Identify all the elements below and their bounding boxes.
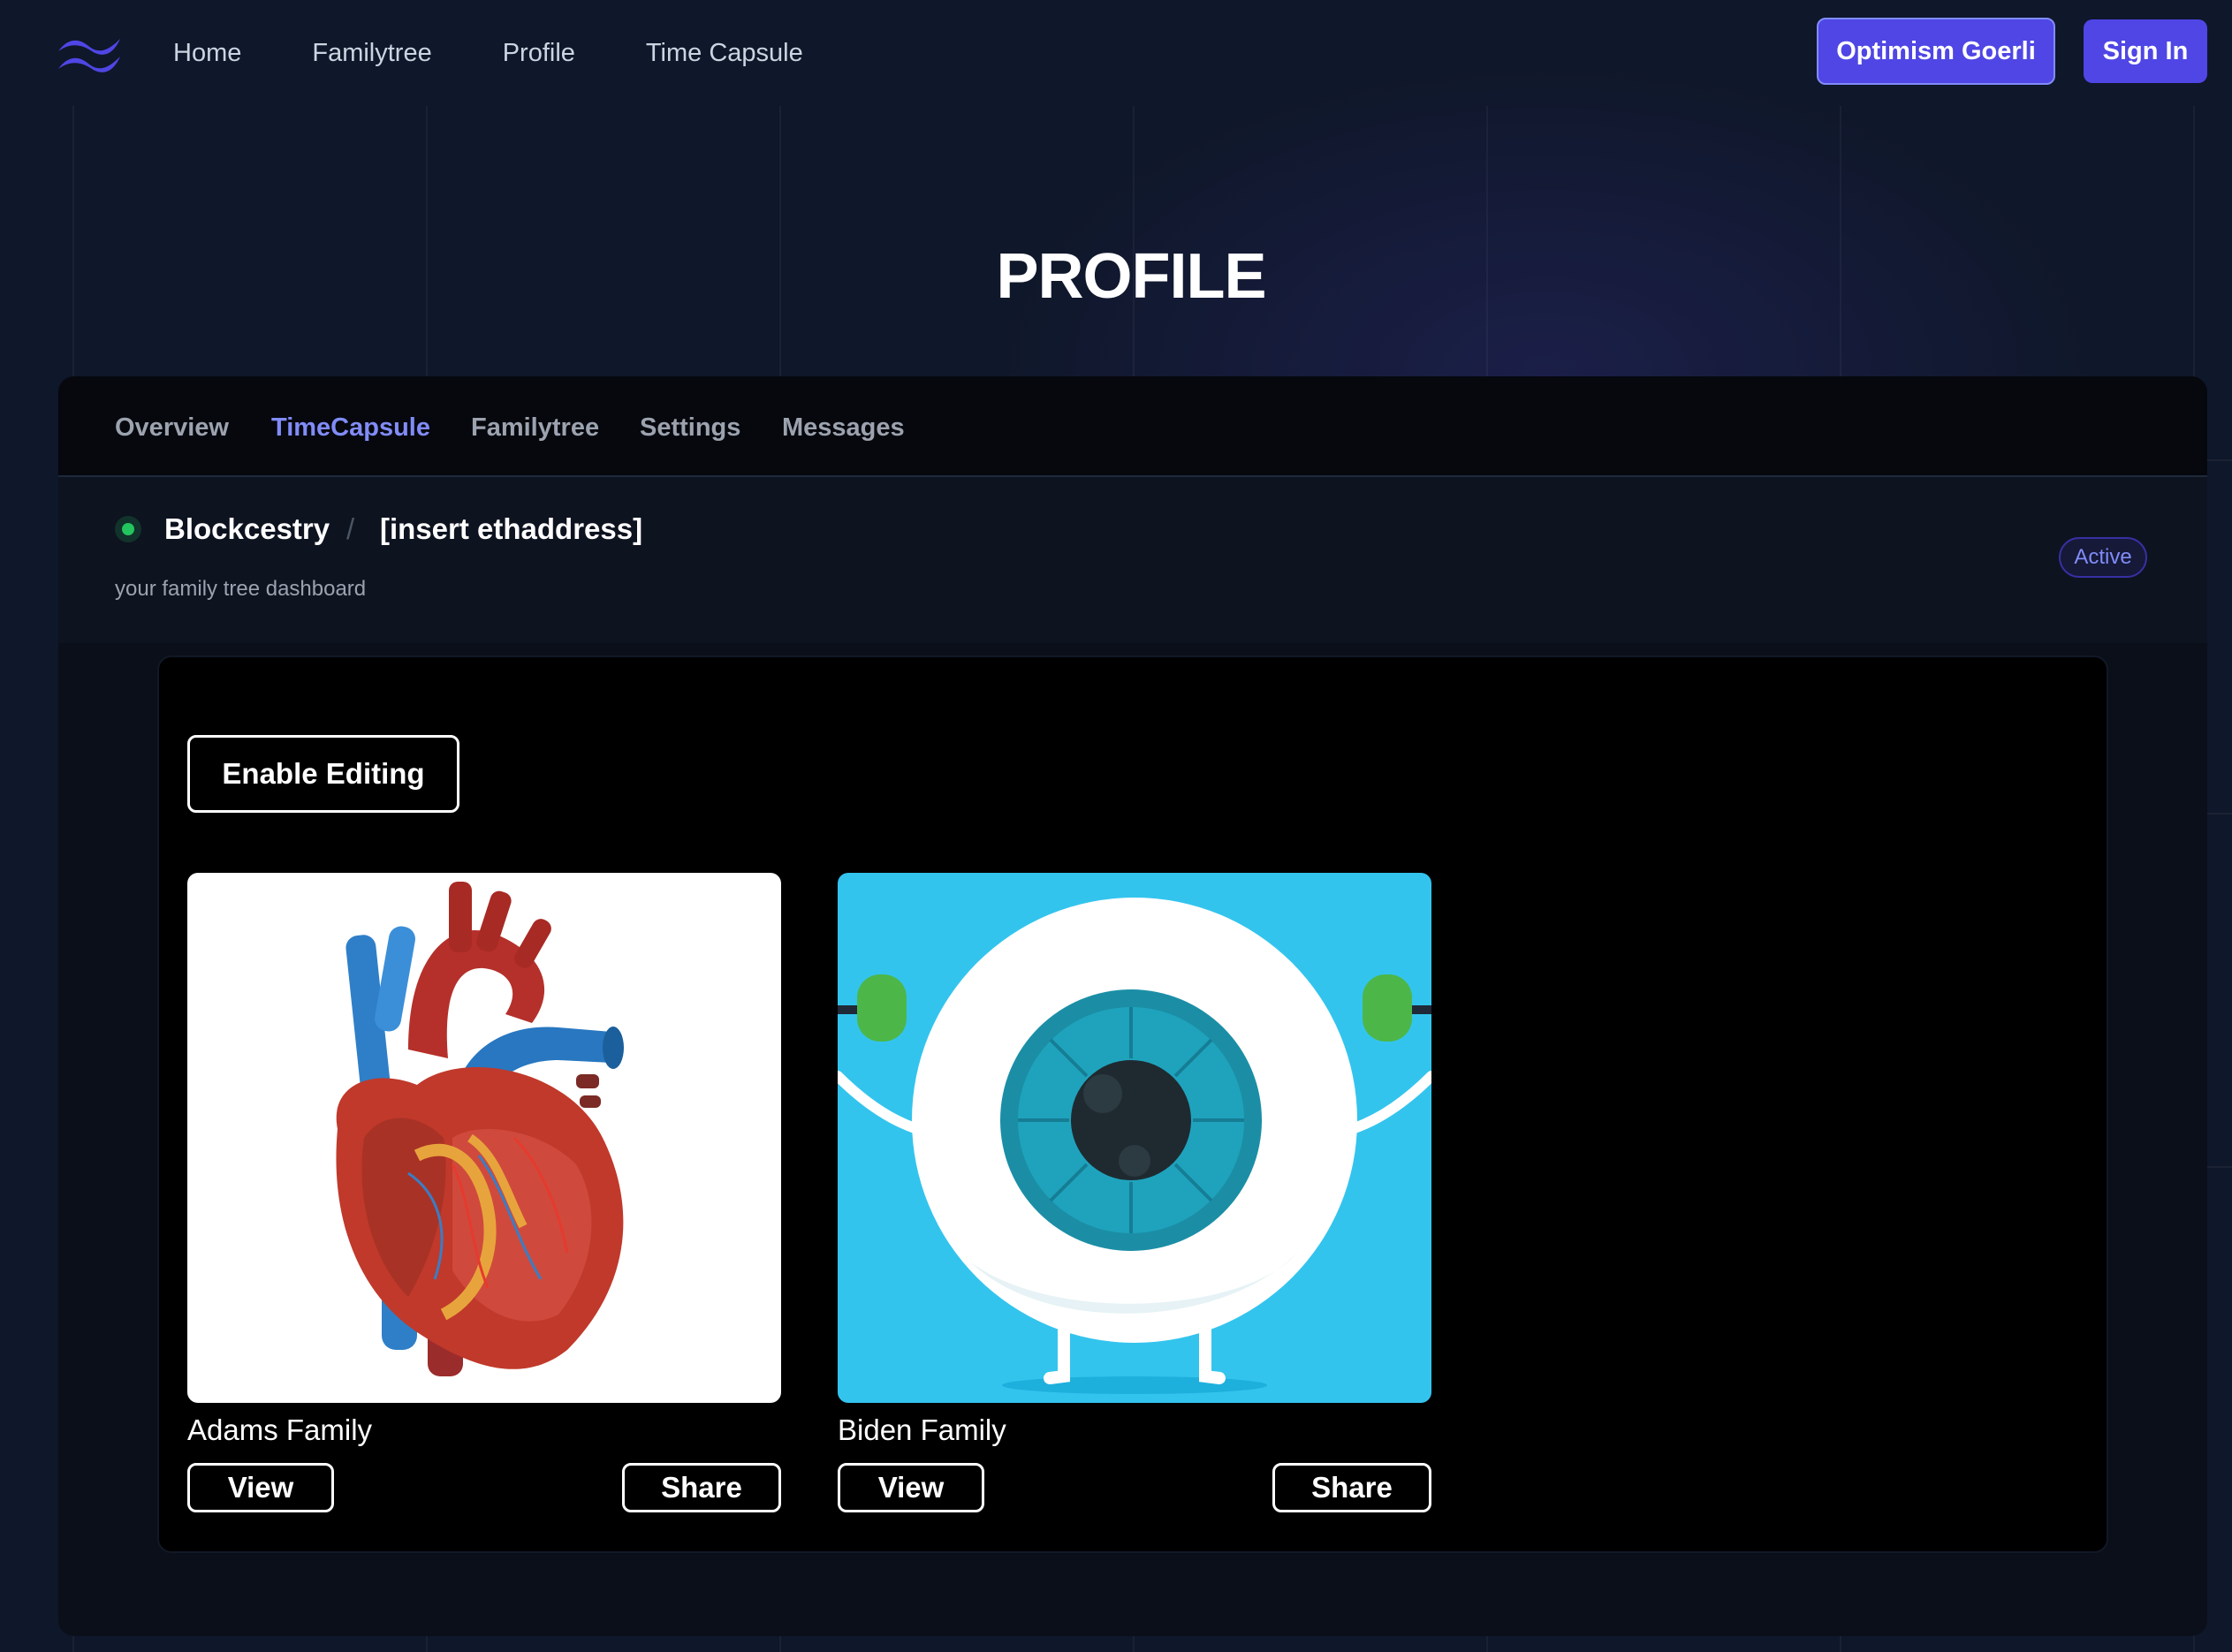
share-button[interactable]: Share — [622, 1463, 781, 1512]
view-button[interactable]: View — [838, 1463, 984, 1512]
top-navbar: Home Familytree Profile Time Capsule Opt… — [0, 0, 2232, 106]
enable-editing-button[interactable]: Enable Editing — [187, 735, 459, 813]
family-name: Adams Family — [187, 1413, 373, 1446]
tab-settings[interactable]: Settings — [640, 410, 740, 445]
status-indicator — [115, 516, 141, 542]
project-name: Blockcestry — [164, 512, 330, 545]
tab-overview[interactable]: Overview — [115, 410, 229, 445]
family-name: Biden Family — [838, 1413, 1006, 1446]
eyeball-illustration-image[interactable] — [838, 873, 1431, 1403]
family-card: Biden Family View Share — [838, 873, 1431, 1527]
tailwind-logo-icon[interactable] — [57, 34, 124, 74]
page: Home Familytree Profile Time Capsule Opt… — [0, 0, 2232, 1652]
nav-link-familytree[interactable]: Familytree — [312, 32, 431, 74]
status-dot-icon — [122, 523, 134, 535]
tab-timecapsule[interactable]: TimeCapsule — [271, 410, 430, 445]
tab-messages[interactable]: Messages — [782, 410, 905, 445]
view-button[interactable]: View — [187, 1463, 334, 1512]
page-title: PROFILE — [996, 241, 1266, 312]
tab-familytree[interactable]: Familytree — [471, 410, 599, 445]
sign-in-button[interactable]: Sign In — [2084, 19, 2207, 83]
heart-illustration-image[interactable] — [187, 873, 781, 1403]
main-nav: Home Familytree Profile Time Capsule — [173, 32, 874, 74]
eth-address: [insert ethaddress] — [380, 512, 643, 545]
breadcrumb-separator: / — [346, 512, 355, 545]
dashboard-header — [58, 477, 2207, 643]
share-button[interactable]: Share — [1272, 1463, 1431, 1512]
nav-link-time-capsule[interactable]: Time Capsule — [646, 32, 803, 74]
profile-tabs: Overview TimeCapsule Familytree Settings… — [58, 376, 2207, 477]
family-card: Adams Family View Share — [187, 873, 781, 1527]
nav-link-profile[interactable]: Profile — [503, 32, 575, 74]
profile-panel: Overview TimeCapsule Familytree Settings… — [58, 376, 2207, 1636]
nav-link-home[interactable]: Home — [173, 32, 241, 74]
time-capsule-container: Enable Editing Adams Family View Share B… — [157, 655, 2108, 1553]
status-badge: Active — [2059, 537, 2147, 578]
network-switch-button[interactable]: Optimism Goerli — [1817, 18, 2055, 85]
dashboard-description: your family tree dashboard — [115, 577, 367, 601]
